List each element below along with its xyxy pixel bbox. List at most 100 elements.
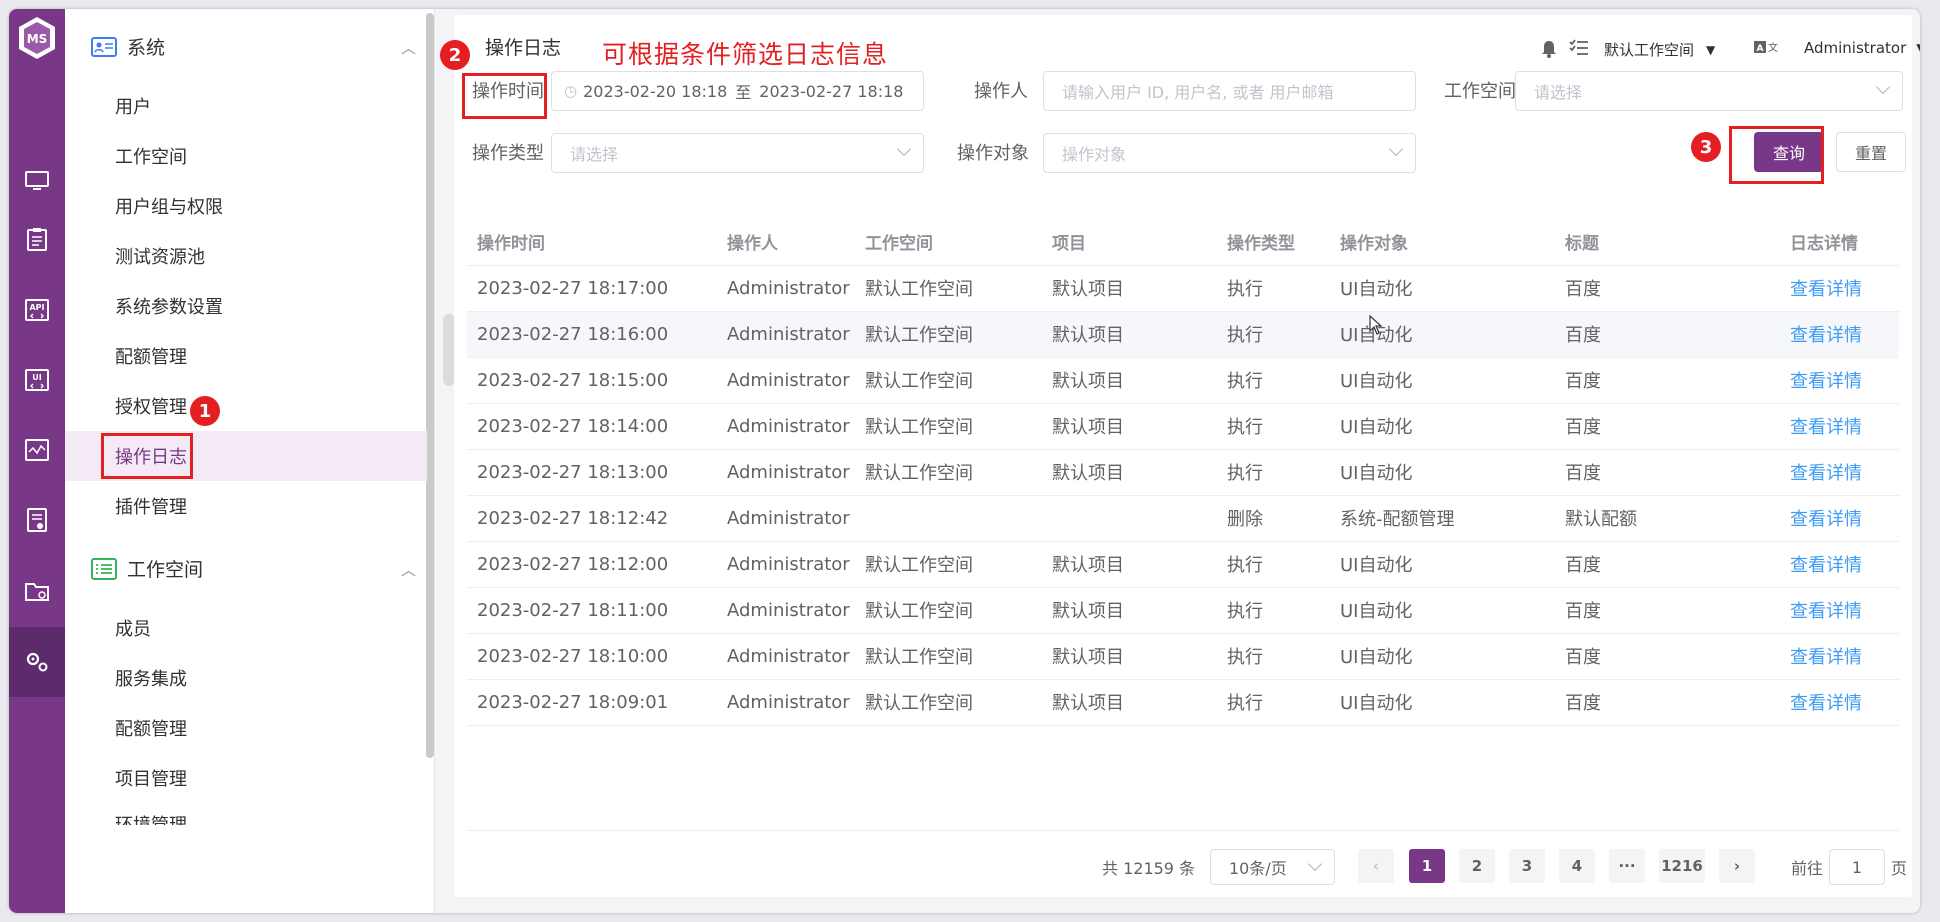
cell-operator: Administrator (717, 357, 855, 404)
col-object[interactable]: 操作对象 (1330, 219, 1555, 266)
language-icon[interactable]: A文 (1754, 39, 1780, 55)
col-project[interactable]: 项目 (1042, 219, 1217, 266)
cell-project: 默认项目 (1042, 357, 1217, 404)
cell-operator: Administrator (717, 403, 855, 450)
reset-button[interactable]: 重置 (1836, 132, 1906, 172)
settings-icon[interactable] (9, 627, 65, 697)
table-row[interactable]: 2023-02-27 18:11:00 Administrator 默认工作空间 默认… (467, 587, 1899, 634)
workspace-switch[interactable]: 默认工作空间 ▼ (1604, 39, 1715, 60)
chevron-up-icon[interactable]: ︿ (401, 37, 416, 58)
sidebar-item-resource-pool[interactable]: 测试资源池 (115, 231, 205, 281)
cell-time: 2023-02-27 18:11:00 (467, 587, 717, 634)
user-menu[interactable]: Administrator ▼ (1804, 39, 1920, 57)
monitor-icon[interactable] (19, 163, 55, 199)
performance-icon[interactable] (19, 432, 55, 468)
type-select[interactable]: 请选择 (551, 133, 924, 173)
cell-project: 默认项目 (1042, 587, 1217, 634)
view-detail-link[interactable]: 查看详情 (1790, 693, 1862, 714)
task-list-icon[interactable] (1569, 39, 1589, 57)
view-detail-link[interactable]: 查看详情 (1790, 325, 1862, 346)
view-detail-link[interactable]: 查看详情 (1790, 509, 1862, 530)
table-row[interactable]: 2023-02-27 18:09:01 Administrator 默认工作空间 默认… (467, 679, 1899, 726)
table-row[interactable]: 2023-02-27 18:16:00 Administrator 默认工作空间 默认… (467, 311, 1899, 358)
date-range-picker[interactable]: ◷ 2023-02-20 18:18 至 2023-02-27 18:18 (551, 71, 924, 111)
cell-detail: 查看详情 (1780, 679, 1899, 726)
goto-page-input[interactable]: 1 (1829, 849, 1885, 885)
col-workspace[interactable]: 工作空间 (855, 219, 1042, 266)
view-detail-link[interactable]: 查看详情 (1790, 279, 1862, 300)
view-detail-link[interactable]: 查看详情 (1790, 371, 1862, 392)
sidebar-group-system[interactable]: 系统 (91, 33, 165, 60)
view-detail-link[interactable]: 查看详情 (1790, 601, 1862, 622)
chevron-down-icon (1875, 79, 1891, 95)
prev-page-button[interactable]: ‹ (1358, 849, 1394, 883)
page-4[interactable]: 4 (1559, 849, 1595, 883)
sidebar-item-quota[interactable]: 配额管理 (115, 331, 187, 381)
report-icon[interactable] (19, 502, 55, 538)
sidebar-item-ws-quota[interactable]: 配额管理 (115, 703, 187, 753)
col-operator[interactable]: 操作人 (717, 219, 855, 266)
ui-icon[interactable]: UI (19, 362, 55, 398)
table-row[interactable]: 2023-02-27 18:14:00 Administrator 默认工作空间 默认… (467, 403, 1899, 450)
api-icon[interactable]: API (19, 292, 55, 328)
sidebar-group-workspace[interactable]: 工作空间 (91, 555, 203, 582)
col-title[interactable]: 标题 (1555, 219, 1780, 266)
sidebar-item-integration[interactable]: 服务集成 (115, 653, 187, 703)
table-row[interactable]: 2023-02-27 18:13:00 Administrator 默认工作空间 默认… (467, 449, 1899, 496)
sidebar-item-environments[interactable]: 环境管理 (115, 803, 187, 825)
sidebar-scrollbar[interactable] (426, 13, 434, 758)
cell-object: 系统-配额管理 (1330, 495, 1555, 542)
cell-type: 执行 (1217, 449, 1330, 496)
sidebar-item-users[interactable]: 用户 (115, 81, 151, 131)
log-table: 操作时间 操作人 工作空间 项目 操作类型 操作对象 标题 日志详情 2023-… (467, 219, 1899, 726)
page-2[interactable]: 2 (1459, 849, 1495, 883)
cell-detail: 查看详情 (1780, 311, 1899, 358)
cell-workspace: 默认工作空间 (855, 449, 1042, 496)
col-time[interactable]: 操作时间 (467, 219, 717, 266)
cell-project: 默认项目 (1042, 679, 1217, 726)
sidebar-item-usergroups[interactable]: 用户组与权限 (115, 181, 223, 231)
clipboard-icon[interactable] (19, 221, 55, 257)
table-row[interactable]: 2023-02-27 18:15:00 Administrator 默认工作空间 默认… (467, 357, 1899, 404)
metersphere-logo[interactable]: MS (17, 15, 57, 61)
workspace-select[interactable]: 请选择 (1515, 71, 1903, 111)
page-1[interactable]: 1 (1409, 849, 1445, 883)
page-3[interactable]: 3 (1509, 849, 1545, 883)
cell-type: 执行 (1217, 633, 1330, 680)
highlight-box-query (1729, 126, 1824, 184)
view-detail-link[interactable]: 查看详情 (1790, 417, 1862, 438)
sidebar-item-plugins[interactable]: 插件管理 (115, 481, 187, 531)
operator-input[interactable]: 请输入用户 ID, 用户名, 或者 用户邮箱 (1043, 71, 1416, 111)
sidebar-item-license[interactable]: 授权管理 (115, 381, 187, 431)
next-page-button[interactable]: › (1719, 849, 1755, 883)
view-detail-link[interactable]: 查看详情 (1790, 647, 1862, 668)
object-select[interactable]: 操作对象 (1043, 133, 1416, 173)
sidebar-item-system-params[interactable]: 系统参数设置 (115, 281, 223, 331)
view-detail-link[interactable]: 查看详情 (1790, 555, 1862, 576)
filter-object-label: 操作对象 (957, 143, 1029, 164)
col-type[interactable]: 操作类型 (1217, 219, 1330, 266)
folder-icon[interactable] (19, 572, 55, 608)
sidebar-item-workspace[interactable]: 工作空间 (115, 131, 187, 181)
page-size-select[interactable]: 10条/页 (1210, 849, 1335, 885)
icon-rail: MS API UI (9, 9, 65, 913)
table-row[interactable]: 2023-02-27 18:12:00 Administrator 默认工作空间 默认… (467, 541, 1899, 588)
page-last[interactable]: 1216 (1659, 849, 1705, 883)
sidebar-item-projects[interactable]: 项目管理 (115, 753, 187, 803)
page-more[interactable]: ··· (1609, 849, 1645, 883)
cell-object: UI自动化 (1330, 449, 1555, 496)
id-card-icon (91, 36, 117, 57)
cell-workspace: 默认工作空间 (855, 541, 1042, 588)
view-detail-link[interactable]: 查看详情 (1790, 463, 1862, 484)
table-row[interactable]: 2023-02-27 18:12:42 Administrator 删除 系统-配额管… (467, 495, 1899, 542)
cell-title: 百度 (1555, 449, 1780, 496)
sidebar-item-members[interactable]: 成员 (115, 603, 151, 653)
filter-type-label: 操作类型 (472, 143, 544, 164)
pagination-total: 共 12159 条 (1102, 859, 1196, 878)
bell-icon[interactable] (1540, 39, 1558, 59)
table-row[interactable]: 2023-02-27 18:17:00 Administrator 默认工作空间 默认… (467, 265, 1899, 312)
cell-type: 执行 (1217, 541, 1330, 588)
chevron-up-icon[interactable]: ︿ (401, 559, 416, 580)
cell-type: 执行 (1217, 357, 1330, 404)
table-row[interactable]: 2023-02-27 18:10:00 Administrator 默认工作空间 默认… (467, 633, 1899, 680)
